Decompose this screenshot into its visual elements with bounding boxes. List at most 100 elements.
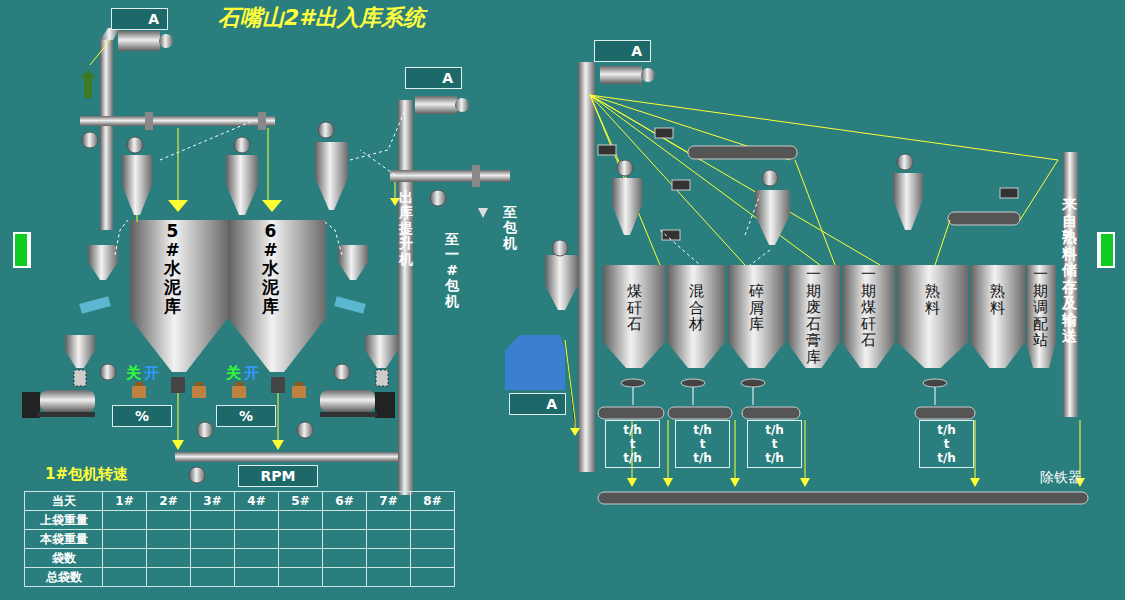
bin-label: 熟料 xyxy=(990,283,1005,316)
flow-display: t/htt/h xyxy=(919,420,974,468)
flow-value: t xyxy=(676,437,729,451)
flow-value: t/h xyxy=(748,451,801,465)
diverter-icon[interactable] xyxy=(80,70,96,98)
open-button[interactable]: 开 xyxy=(244,364,259,383)
bin-label: 混合材 xyxy=(689,283,704,333)
table-cell xyxy=(279,549,323,568)
table-cell xyxy=(103,568,147,587)
close-button[interactable]: 关 xyxy=(126,364,141,383)
table-cell xyxy=(323,568,367,587)
valve-opening-display: % xyxy=(216,405,276,427)
dust-collector xyxy=(315,142,348,210)
fan-icon[interactable] xyxy=(762,170,778,186)
actuator-icon[interactable] xyxy=(672,180,690,190)
iron-remover-label: 除铁器 xyxy=(1040,469,1082,487)
flow-value: t xyxy=(606,437,659,451)
table-cell xyxy=(279,511,323,530)
fan-icon[interactable] xyxy=(82,132,98,148)
right-door-icon[interactable] xyxy=(1097,232,1115,268)
storage-bin xyxy=(970,265,1025,368)
feeder-icon[interactable] xyxy=(621,379,645,405)
table-header-cell: 7# xyxy=(367,492,411,511)
screw-feeder xyxy=(79,296,111,313)
screw-feeder xyxy=(334,296,366,313)
gate-icon[interactable] xyxy=(171,377,185,393)
table-header-cell: 6# xyxy=(323,492,367,511)
storage-bin xyxy=(842,265,895,368)
flow-value: t/h xyxy=(676,451,729,465)
storage-bin xyxy=(667,265,725,368)
valve-icon[interactable] xyxy=(232,382,246,398)
storage-bin xyxy=(728,265,785,368)
truck-icon xyxy=(320,390,395,418)
screen-title: 石嘴山2#出入库系统 xyxy=(218,3,425,33)
valve-icon[interactable] xyxy=(292,382,306,398)
feeder-icon[interactable] xyxy=(681,379,705,405)
fan-icon[interactable] xyxy=(318,122,334,138)
packer-target-label: 至包机 xyxy=(503,205,517,251)
feeder-icon[interactable] xyxy=(923,379,947,405)
left-door-icon[interactable] xyxy=(13,232,31,268)
fan-icon[interactable] xyxy=(617,160,633,176)
belt-scale xyxy=(598,407,664,419)
fan-icon[interactable] xyxy=(897,154,913,170)
table-cell xyxy=(367,511,411,530)
actuator-icon[interactable] xyxy=(662,230,680,240)
bottom-conveyor xyxy=(175,452,400,462)
close-button[interactable]: 关 xyxy=(226,364,241,383)
open-button[interactable]: 开 xyxy=(144,364,159,383)
silo-label: 5#水泥库 xyxy=(164,222,181,315)
belt-conveyor xyxy=(688,146,797,159)
fan-icon[interactable] xyxy=(234,137,250,153)
table-cell xyxy=(147,511,191,530)
table-cell xyxy=(367,530,411,549)
fan-icon[interactable] xyxy=(127,137,143,153)
table-cell xyxy=(323,549,367,568)
belt-scale xyxy=(742,407,800,419)
valve-switch[interactable]: 关开 xyxy=(226,364,259,383)
table-row-label: 上袋重量 xyxy=(25,511,103,530)
belt-scale xyxy=(915,407,975,419)
fan-icon[interactable] xyxy=(334,364,350,380)
fan-icon[interactable] xyxy=(197,422,213,438)
fan-icon[interactable] xyxy=(100,364,116,380)
packer-target-label: 至一#包机 xyxy=(445,232,459,309)
silo-6 xyxy=(228,220,326,372)
incoming-conveyor xyxy=(1063,152,1078,417)
table-cell xyxy=(411,530,455,549)
flow-display: t/htt/h xyxy=(675,420,730,468)
fan-icon[interactable] xyxy=(189,467,205,483)
silo-label: 6#水泥库 xyxy=(262,222,279,315)
valve-icon[interactable] xyxy=(192,382,206,398)
table-cell xyxy=(191,568,235,587)
table-cell xyxy=(411,568,455,587)
table-cell xyxy=(235,511,279,530)
table-header-cell: 4# xyxy=(235,492,279,511)
valve-icon[interactable] xyxy=(132,382,146,398)
table-cell xyxy=(147,549,191,568)
screw-conveyor xyxy=(80,116,275,126)
table-cell xyxy=(191,511,235,530)
actuator-icon[interactable] xyxy=(598,145,616,155)
flow-display: t/htt/h xyxy=(747,420,802,468)
fan-icon[interactable] xyxy=(297,422,313,438)
actuator-icon[interactable] xyxy=(655,128,673,138)
actuator-icon[interactable] xyxy=(1000,188,1018,198)
fan-icon[interactable] xyxy=(552,240,568,256)
truck-icon xyxy=(22,390,95,418)
table-cell xyxy=(279,568,323,587)
gate-icon[interactable] xyxy=(271,377,285,393)
table-cell xyxy=(103,530,147,549)
bin-label: 熟料 xyxy=(925,283,940,316)
table-cell xyxy=(367,568,411,587)
table-cell xyxy=(323,530,367,549)
dust-collector-blue xyxy=(505,335,565,390)
bin-label: 碎屑库 xyxy=(749,283,764,333)
ampere-display: A xyxy=(509,393,566,415)
feeder-icon[interactable] xyxy=(741,379,765,405)
fan-icon[interactable] xyxy=(430,190,446,206)
table-cell xyxy=(103,549,147,568)
valve-switch[interactable]: 关开 xyxy=(126,364,159,383)
bottom-belt xyxy=(598,492,1088,504)
elevator-label: 出库提升机 xyxy=(399,190,413,267)
